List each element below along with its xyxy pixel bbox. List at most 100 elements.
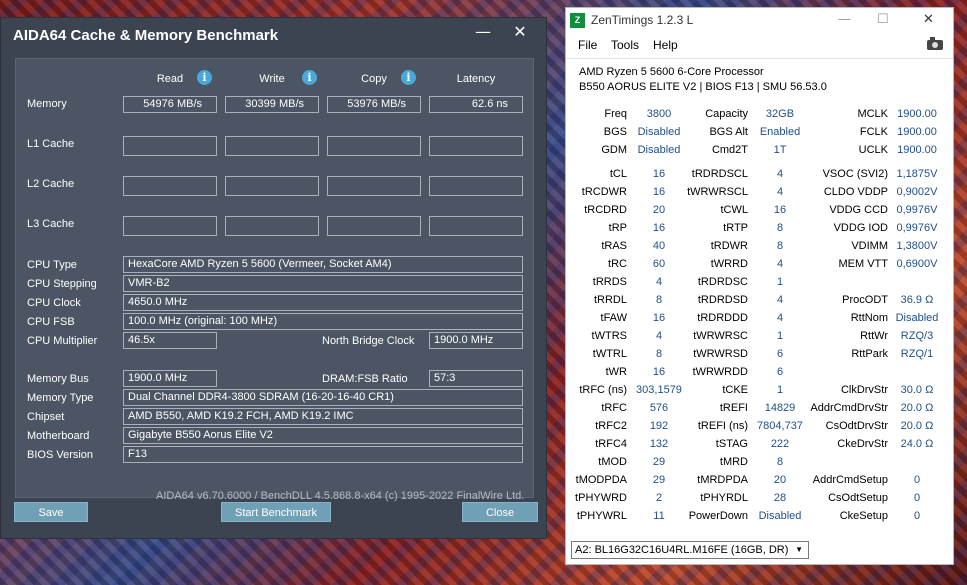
timing-label: VDIMM	[851, 240, 888, 252]
timing-value: 20.0 Ω	[900, 402, 934, 414]
timing-label: tMRD	[719, 456, 748, 468]
timing-label: tRRDL	[593, 294, 627, 306]
menu-file[interactable]: File	[578, 38, 597, 52]
memory-module-select[interactable]: A2: BL16G32C16U4RL.M16FE (16GB, DR) ▼	[571, 541, 809, 559]
timing-value: 1900.00	[897, 126, 937, 138]
timing-label: MCLK	[857, 108, 888, 120]
l2-latency-value	[429, 176, 523, 196]
timing-label: VDDG IOD	[833, 222, 888, 234]
timing-label: tWRWRSCL	[687, 186, 748, 198]
timing-value: 6	[776, 366, 784, 378]
timing-value: 8	[776, 456, 784, 468]
screenshot-camera-icon[interactable]	[927, 37, 943, 50]
timing-label: tWRWRSC	[693, 330, 748, 342]
write-info-icon[interactable]: i	[302, 70, 317, 85]
minimize-button[interactable]: —	[475, 22, 491, 41]
memory-read-value: 54976 MB/s	[123, 96, 217, 113]
timing-label: ClkDrvStr	[840, 384, 888, 396]
timing-value: 30.0 Ω	[900, 384, 934, 396]
l3-write-value	[225, 216, 319, 236]
timing-label: RttWr	[860, 330, 888, 342]
timing-label: BGS Alt	[709, 126, 748, 138]
aida64-benchmark-window: AIDA64 Cache & Memory Benchmark — ✕ Read…	[0, 17, 547, 539]
motherboard-value: Gigabyte B550 Aorus Elite V2	[123, 427, 523, 444]
timing-label: tRDRDSCL	[691, 168, 748, 180]
chipset-value: AMD B550, AMD K19.2 FCH, AMD K19.2 IMC	[123, 408, 523, 425]
memory-latency-value: 62.6 ns	[429, 96, 523, 113]
close-button-label: Close	[485, 507, 515, 519]
timing-value: 0,9976V	[896, 222, 938, 234]
timing-label: FCLK	[859, 126, 888, 138]
cpu-fsb-label: CPU FSB	[27, 316, 75, 328]
l3-read-value	[123, 216, 217, 236]
timing-label: tMRDPDA	[697, 474, 748, 486]
memory-module-value: A2: BL16G32C16U4RL.M16FE (16GB, DR)	[575, 544, 789, 556]
menu-tools[interactable]: Tools	[611, 38, 639, 52]
read-info-icon[interactable]: i	[197, 70, 212, 85]
north-bridge-clock-value: 1900.0 MHz	[429, 332, 523, 349]
timing-label: tWRRD	[710, 258, 748, 270]
zen-maximize-icon[interactable]: ☐	[877, 12, 889, 27]
timing-value: Disabled	[895, 312, 939, 324]
zen-minimize-icon[interactable]: —	[838, 12, 851, 27]
l1-read-value	[123, 136, 217, 156]
timing-label: tRDRDSD	[697, 294, 748, 306]
timing-label: CkeSetup	[839, 510, 888, 522]
cpu-fsb-value: 100.0 MHz (original: 100 MHz)	[123, 313, 523, 330]
timing-label: tRFC	[601, 402, 627, 414]
timing-label: AddrCmdSetup	[812, 474, 888, 486]
menu-separator	[566, 58, 953, 59]
timing-label: AddrCmdDrvStr	[810, 402, 888, 414]
timing-label: MEM VTT	[838, 258, 889, 270]
timing-label: tPHYWRL	[576, 510, 627, 522]
timing-label: tPHYWRD	[575, 492, 627, 504]
motherboard-label: Motherboard	[27, 430, 90, 442]
l1-latency-value	[429, 136, 523, 156]
timing-value: 0,6900V	[896, 258, 938, 270]
timing-label: tRTP	[723, 222, 748, 234]
timing-label: CLDO VDDP	[823, 186, 888, 198]
dram-fsb-ratio-value: 57:3	[429, 370, 523, 387]
cpu-type-label: CPU Type	[27, 259, 77, 271]
zen-window-title: ZenTimings 1.2.3 L	[591, 13, 694, 27]
memory-type-value: Dual Channel DDR4-3800 SDRAM (16-20-16-4…	[123, 389, 523, 406]
close-button[interactable]: Close	[462, 502, 538, 522]
timing-label: tMOD	[598, 456, 627, 468]
timing-label: tRDWR	[710, 240, 748, 252]
close-window-button[interactable]: ✕	[512, 22, 528, 41]
board-bios-info: B550 AORUS ELITE V2 | BIOS F13 | SMU 56.…	[579, 81, 827, 93]
start-benchmark-button[interactable]: Start Benchmark	[221, 502, 331, 522]
save-button[interactable]: Save	[14, 502, 88, 522]
l3-latency-value	[429, 216, 523, 236]
row-label-memory: Memory	[27, 98, 67, 110]
north-bridge-clock-label: North Bridge Clock	[322, 335, 415, 347]
timing-label: tRFC2	[595, 420, 627, 432]
timing-value: 1,1875V	[896, 168, 938, 180]
memory-bus-value: 1900.0 MHz	[123, 370, 217, 387]
timing-label: BGS	[603, 126, 627, 138]
cpu-clock-value: 4650.0 MHz	[123, 294, 523, 311]
timing-label: Freq	[604, 108, 627, 120]
timing-label: tRCDWR	[581, 186, 627, 198]
timing-value: 0	[913, 510, 921, 522]
zen-close-icon[interactable]: ✕	[923, 12, 934, 27]
chipset-label: Chipset	[27, 411, 65, 423]
timing-label: UCLK	[858, 144, 888, 156]
timing-value: 20.0 Ω	[900, 420, 934, 432]
menu-help[interactable]: Help	[653, 38, 678, 52]
timing-label: tRFC4	[595, 438, 627, 450]
timing-label: ProcODT	[842, 294, 888, 306]
timing-label: Cmd2T	[711, 144, 748, 156]
timing-value: 24.0 Ω	[900, 438, 934, 450]
timing-label: tCKE	[722, 384, 748, 396]
timing-label: tRC	[608, 258, 627, 270]
l2-read-value	[123, 176, 217, 196]
copy-info-icon[interactable]: i	[401, 70, 416, 85]
cpu-clock-label: CPU Clock	[27, 297, 81, 309]
l1-write-value	[225, 136, 319, 156]
timing-label: tRDRDSC	[697, 276, 748, 288]
timing-label: tWRWRDD	[692, 366, 748, 378]
timing-value: 1,3800V	[896, 240, 938, 252]
dram-fsb-ratio-label: DRAM:FSB Ratio	[322, 373, 408, 385]
start-benchmark-label: Start Benchmark	[235, 507, 317, 519]
